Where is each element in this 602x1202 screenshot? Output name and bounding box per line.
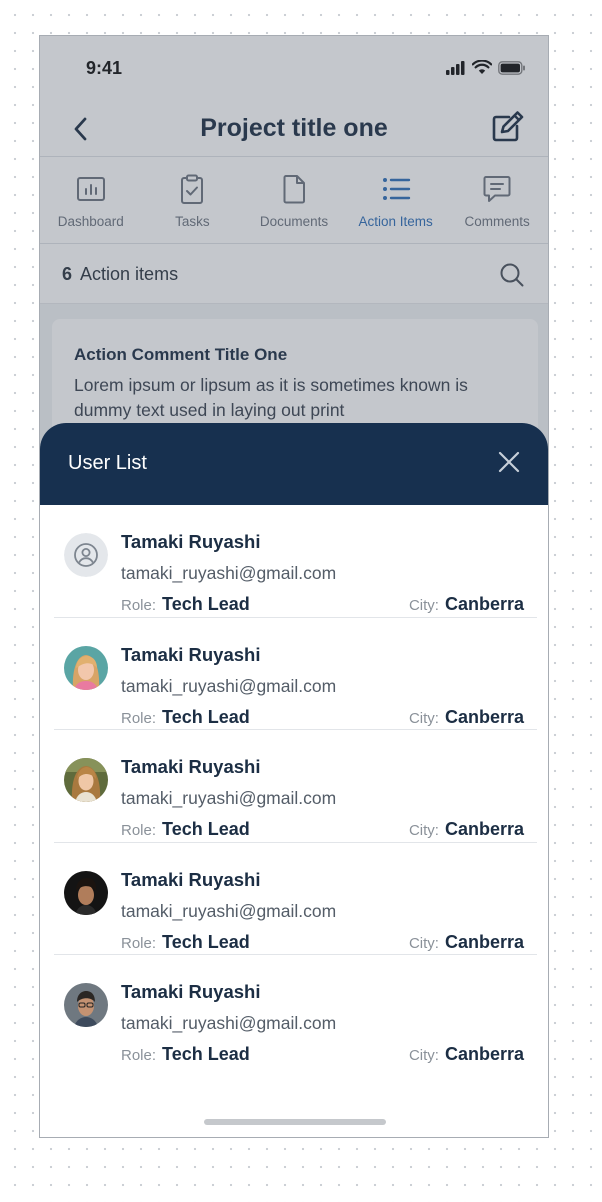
city-label: City: bbox=[408, 1047, 439, 1064]
user-role: Role: Tech Lead bbox=[121, 819, 250, 840]
role-label: Role: bbox=[121, 822, 157, 839]
close-icon[interactable] bbox=[496, 449, 522, 475]
city-label: City: bbox=[408, 709, 439, 727]
user-city: City: Canberra bbox=[409, 1044, 524, 1065]
user-avatar-photo bbox=[64, 870, 108, 915]
role-label: Role: bbox=[121, 709, 157, 727]
role-value: Tech Lead bbox=[162, 706, 250, 727]
city-value: Canberra bbox=[444, 706, 524, 727]
user-role: Role: Tech Lead bbox=[121, 594, 250, 615]
user-role: Role: Tech Lead bbox=[121, 707, 250, 728]
phone-screen: 9:41 Project title one Dashboard Tasks D… bbox=[39, 35, 549, 1138]
user-city: City: Canberra bbox=[409, 932, 524, 953]
user-role: Role: Tech Lead bbox=[121, 1044, 250, 1065]
user-email: tamaki_ruyashi@gmail.com bbox=[121, 788, 337, 808]
city-value: Canberra bbox=[444, 594, 524, 614]
role-value: Tech Lead bbox=[162, 931, 250, 952]
home-indicator[interactable] bbox=[204, 1119, 386, 1125]
user-avatar-photo bbox=[64, 758, 108, 802]
user-email: tamaki_ruyashi@gmail.com bbox=[121, 675, 337, 696]
user-list-item[interactable]: Tamaki Ruyashi tamaki_ruyashi@gmail.com … bbox=[54, 843, 537, 955]
role-value: Tech Lead bbox=[162, 1044, 250, 1064]
user-role: Role: Tech Lead bbox=[121, 932, 250, 953]
user-avatar-photo bbox=[64, 645, 108, 690]
city-label: City: bbox=[408, 934, 439, 952]
user-name: Tamaki Ruyashi bbox=[121, 756, 261, 777]
user-name: Tamaki Ruyashi bbox=[121, 643, 261, 665]
sheet-title: User List bbox=[68, 452, 147, 474]
city-value: Canberra bbox=[444, 1044, 524, 1064]
user-list-item[interactable]: Tamaki Ruyashi tamaki_ruyashi@gmail.com … bbox=[54, 618, 537, 730]
user-list: Tamaki Ruyashi tamaki_ruyashi@gmail.com … bbox=[40, 505, 548, 1068]
user-name: Tamaki Ruyashi bbox=[121, 981, 261, 1002]
role-label: Role: bbox=[121, 934, 157, 952]
user-name: Tamaki Ruyashi bbox=[121, 531, 261, 552]
user-email: tamaki_ruyashi@gmail.com bbox=[121, 900, 337, 921]
city-label: City: bbox=[408, 597, 439, 614]
user-city: City: Canberra bbox=[409, 594, 524, 615]
user-name: Tamaki Ruyashi bbox=[121, 868, 261, 890]
user-list-sheet: User List Tamaki Ruyashi tamaki_ruyashi@… bbox=[40, 423, 548, 1137]
role-label: Role: bbox=[121, 597, 157, 614]
city-label: City: bbox=[408, 822, 439, 839]
sheet-header: User List bbox=[40, 423, 548, 505]
user-list-item[interactable]: Tamaki Ruyashi tamaki_ruyashi@gmail.com … bbox=[54, 505, 537, 618]
default-avatar-icon bbox=[64, 533, 108, 577]
user-list-item[interactable]: Tamaki Ruyashi tamaki_ruyashi@gmail.com … bbox=[54, 955, 537, 1068]
user-email: tamaki_ruyashi@gmail.com bbox=[121, 563, 337, 583]
user-city: City: Canberra bbox=[409, 819, 524, 840]
city-value: Canberra bbox=[444, 819, 524, 839]
role-value: Tech Lead bbox=[162, 819, 250, 839]
user-city: City: Canberra bbox=[409, 707, 524, 728]
user-avatar-photo bbox=[64, 983, 108, 1027]
user-email: tamaki_ruyashi@gmail.com bbox=[121, 1013, 337, 1033]
role-label: Role: bbox=[121, 1047, 157, 1064]
city-value: Canberra bbox=[444, 931, 524, 952]
user-list-item[interactable]: Tamaki Ruyashi tamaki_ruyashi@gmail.com … bbox=[54, 730, 537, 843]
role-value: Tech Lead bbox=[162, 594, 250, 614]
